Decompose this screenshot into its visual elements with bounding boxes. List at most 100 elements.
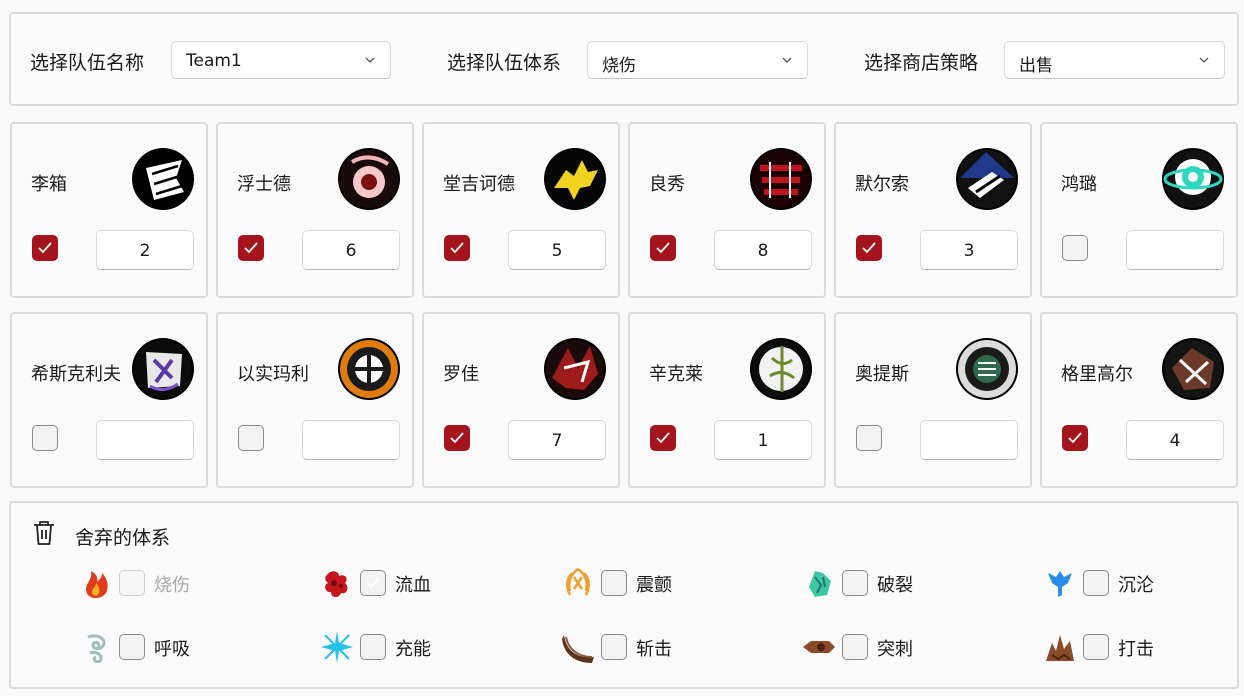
character-select-checkbox[interactable] [32,425,58,451]
character-avatar [338,148,400,210]
character-card: 鸿璐 [1040,122,1238,298]
character-name: 奥提斯 [855,364,909,385]
system-option: 沉沦 [1042,565,1242,601]
chevron-down-icon [365,57,375,63]
discard-system-checkbox[interactable] [360,634,386,660]
character-card: 默尔索 3 [834,122,1032,298]
character-order-input[interactable]: 6 [302,230,400,270]
character-name: 以实玛利 [237,364,309,385]
character-select-checkbox[interactable] [32,235,58,261]
character-select-checkbox[interactable] [650,235,676,261]
character-select-checkbox[interactable] [444,425,470,451]
shop-strategy-select[interactable]: 出售 [1004,41,1225,79]
team-name-label: 选择队伍名称 [30,52,145,74]
checkmark-icon [1068,432,1082,444]
character-select-checkbox[interactable] [444,235,470,261]
discard-system-checkbox[interactable] [119,570,145,596]
shop-strategy-label: 选择商店策略 [864,52,979,74]
discarded-systems-panel: 舍弃的体系 烧伤 流血 震颤 破裂 沉沦 呼吸 充能 斩击 突刺 打击 [9,501,1239,689]
character-name: 李箱 [31,174,67,195]
discard-system-checkbox[interactable] [842,634,868,660]
character-order-input[interactable]: 4 [1126,420,1224,460]
discard-system-checkbox[interactable] [1083,570,1109,596]
system-option: 打击 [1042,629,1242,665]
system-option: 烧伤 [78,565,278,601]
character-order-input[interactable]: 1 [714,420,812,460]
character-select-checkbox[interactable] [650,425,676,451]
character-avatar [1162,148,1224,210]
slash-icon [562,635,594,663]
blunt-icon [1046,635,1074,661]
character-name: 希斯克利夫 [31,364,121,385]
checkmark-icon [450,432,464,444]
system-label: 流血 [395,575,431,596]
system-label: 烧伤 [154,575,190,596]
character-card: 希斯克利夫 [10,312,208,488]
character-avatar [750,338,812,400]
character-card: 辛克莱 1 [628,312,826,488]
character-order-input[interactable] [96,420,194,460]
system-option: 流血 [319,565,519,601]
checkmark-icon [656,432,670,444]
tremor-icon [566,568,590,596]
system-label: 震颤 [636,575,672,596]
checkmark-icon [244,242,258,254]
character-name: 浮士德 [237,174,291,195]
selection-bar: 选择队伍名称 Team1 选择队伍体系 烧伤 选择商店策略 出售 [9,12,1239,106]
character-card: 奥提斯 [834,312,1032,488]
rupture-icon [809,571,831,597]
character-avatar [132,148,194,210]
character-select-checkbox[interactable] [1062,425,1088,451]
team-system-value: 烧伤 [602,56,636,76]
team-system-select[interactable]: 烧伤 [587,41,808,79]
character-select-checkbox[interactable] [856,235,882,261]
character-name: 辛克莱 [649,364,703,385]
chevron-down-icon [1199,57,1209,63]
team-name-select[interactable]: Team1 [171,41,391,79]
character-card: 堂吉诃德 5 [422,122,620,298]
character-select-checkbox[interactable] [856,425,882,451]
character-card: 以实玛利 [216,312,414,488]
character-order-input[interactable]: 5 [508,230,606,270]
trash-icon [34,521,54,545]
character-select-checkbox[interactable] [1062,235,1088,261]
character-order-input[interactable]: 3 [920,230,1018,270]
character-name: 罗佳 [443,364,479,385]
character-avatar [338,338,400,400]
character-order-input[interactable]: 8 [714,230,812,270]
character-order-input[interactable] [302,420,400,460]
system-label: 沉沦 [1118,575,1154,596]
chevron-down-icon [782,57,792,63]
character-order-input[interactable] [920,420,1018,460]
character-avatar [544,338,606,400]
discard-system-checkbox[interactable] [360,570,386,596]
system-label: 斩击 [636,639,672,660]
system-option: 斩击 [560,629,760,665]
character-card: 罗佳 7 [422,312,620,488]
poise-icon [87,634,106,663]
system-label: 突刺 [877,639,913,660]
checkmark-icon [366,577,380,589]
discard-system-checkbox[interactable] [1083,634,1109,660]
character-select-checkbox[interactable] [238,425,264,451]
character-avatar [750,148,812,210]
character-name: 堂吉诃德 [443,174,515,195]
character-name: 良秀 [649,174,685,195]
character-order-input[interactable]: 2 [96,230,194,270]
discard-system-checkbox[interactable] [842,570,868,596]
discard-system-checkbox[interactable] [601,570,627,596]
character-avatar [956,338,1018,400]
discard-system-checkbox[interactable] [601,634,627,660]
checkmark-icon [656,242,670,254]
character-order-input[interactable] [1126,230,1224,270]
character-order-input[interactable]: 7 [508,420,606,460]
discard-system-checkbox[interactable] [119,634,145,660]
checkmark-icon [862,242,876,254]
character-card: 浮士德 6 [216,122,414,298]
character-select-checkbox[interactable] [238,235,264,261]
system-option: 呼吸 [78,629,278,665]
system-option: 突刺 [801,629,1001,665]
pierce-icon [803,641,835,653]
character-card: 格里高尔 4 [1040,312,1238,488]
bleed-icon [325,571,348,598]
